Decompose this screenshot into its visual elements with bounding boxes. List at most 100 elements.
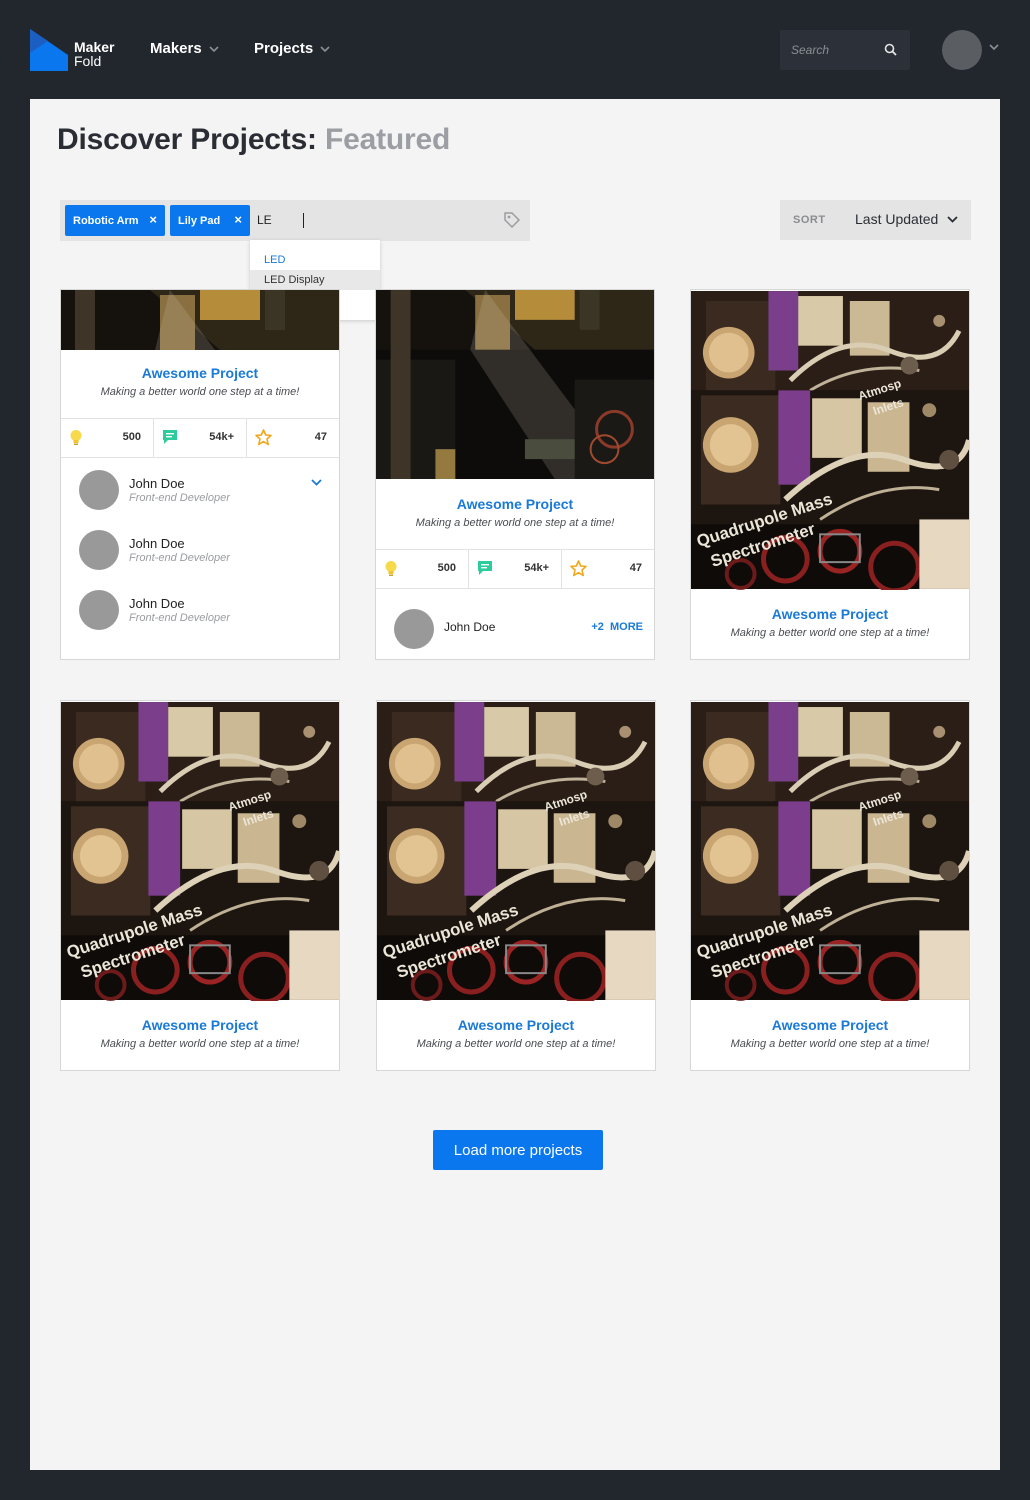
comment-icon bbox=[163, 430, 177, 444]
project-image[interactable]: Quadrupole Mass Spectrometer Atmosp Inle… bbox=[61, 701, 339, 1001]
load-more-button[interactable]: Load more projects bbox=[433, 1130, 603, 1170]
stat-comments-value: 54k+ bbox=[209, 431, 234, 443]
comment-icon bbox=[478, 561, 492, 575]
star-icon bbox=[255, 429, 272, 446]
project-stats: 500 54k+ 47 bbox=[376, 549, 654, 589]
project-card[interactable]: Awesome Project Making a better world on… bbox=[60, 289, 340, 660]
project-stats: 500 54k+ 47 bbox=[61, 418, 339, 458]
stat-ideas-value: 500 bbox=[122, 431, 141, 443]
sort-label: SORT bbox=[793, 214, 826, 226]
project-card[interactable]: Quadrupole Mass Spectrometer Atmosp Inle… bbox=[690, 289, 970, 660]
suggestion-item[interactable]: LED bbox=[250, 250, 380, 270]
tag-label: Lily Pad bbox=[178, 214, 221, 227]
lightbulb-icon bbox=[70, 430, 82, 445]
text-caret bbox=[303, 213, 304, 228]
stat-ideas[interactable]: 500 bbox=[61, 419, 154, 457]
sort-dropdown[interactable]: SORT Last Updated bbox=[780, 200, 971, 240]
project-photo: Quadrupole Mass Spectrometer Atmosp Inle… bbox=[691, 290, 969, 590]
project-title[interactable]: Awesome Project bbox=[61, 365, 339, 381]
project-image[interactable]: Quadrupole Mass Spectrometer Atmosp Inle… bbox=[691, 290, 969, 590]
avatar bbox=[79, 590, 119, 630]
search-icon[interactable] bbox=[884, 43, 897, 56]
member-name: John Doe bbox=[129, 476, 185, 491]
chevron-down-icon bbox=[320, 46, 330, 52]
chevron-down-icon bbox=[209, 46, 219, 52]
logo-text: Maker Fold bbox=[74, 40, 114, 68]
tag-robotic-arm[interactable]: Robotic Arm × bbox=[65, 205, 165, 236]
project-photo bbox=[376, 290, 654, 479]
project-title[interactable]: Awesome Project bbox=[377, 1017, 655, 1033]
chevron-down-icon[interactable] bbox=[311, 479, 322, 486]
project-photo: Quadrupole Mass Spectrometer Atmosp Inle… bbox=[61, 701, 339, 1001]
brand-logo[interactable]: Maker Fold bbox=[30, 29, 114, 71]
logo-word-fold: Fold bbox=[74, 53, 102, 69]
stat-stars-value: 47 bbox=[629, 562, 642, 574]
member-name: John Doe bbox=[129, 596, 185, 611]
logo-word-maker: Maker bbox=[74, 39, 115, 55]
team-member[interactable]: John Doe Front-end Developer bbox=[61, 460, 339, 520]
tag-filter[interactable]: Robotic Arm × Lily Pad × bbox=[60, 200, 530, 241]
avatar bbox=[79, 470, 119, 510]
stat-comments[interactable]: 54k+ bbox=[469, 550, 562, 588]
project-description: Making a better world one step at a time… bbox=[100, 386, 300, 398]
search-input[interactable] bbox=[780, 30, 880, 70]
stat-ideas[interactable]: 500 bbox=[376, 550, 469, 588]
stat-stars[interactable]: 47 bbox=[247, 419, 339, 457]
project-photo: Quadrupole Mass Spectrometer Atmosp Inle… bbox=[691, 701, 969, 1001]
main-panel: Discover Projects: Featured Robotic Arm … bbox=[30, 99, 1000, 1470]
more-members-link[interactable]: +2 MORE bbox=[591, 621, 643, 633]
project-image[interactable] bbox=[61, 290, 339, 350]
project-photo: Quadrupole Mass Spectrometer Atmosp Inle… bbox=[377, 701, 655, 1001]
stat-stars[interactable]: 47 bbox=[562, 550, 654, 588]
user-avatar[interactable] bbox=[942, 30, 982, 70]
project-description: Making a better world one step at a time… bbox=[730, 627, 930, 639]
member-name: John Doe bbox=[129, 536, 185, 551]
stat-ideas-value: 500 bbox=[437, 562, 456, 574]
project-card[interactable]: Awesome Project Making a better world on… bbox=[375, 289, 655, 660]
project-card[interactable]: Quadrupole Mass Spectrometer Atmosp Inle… bbox=[690, 700, 970, 1071]
stat-comments-value: 54k+ bbox=[524, 562, 549, 574]
project-description: Making a better world one step at a time… bbox=[415, 517, 615, 529]
tag-lily-pad[interactable]: Lily Pad × bbox=[170, 205, 250, 236]
nav-makers[interactable]: Makers bbox=[150, 40, 219, 57]
nav-makers-label: Makers bbox=[150, 40, 202, 57]
stat-comments[interactable]: 54k+ bbox=[154, 419, 247, 457]
more-label: MORE bbox=[610, 621, 643, 633]
top-navigation: Maker Fold Makers Projects bbox=[0, 0, 1030, 99]
avatar bbox=[79, 530, 119, 570]
nav-projects-label: Projects bbox=[254, 40, 314, 57]
tag-icon[interactable] bbox=[503, 211, 521, 229]
page-title-main: Discover Projects: bbox=[57, 123, 317, 156]
close-icon[interactable]: × bbox=[234, 213, 242, 226]
team-member[interactable]: John Doe Front-end Developer bbox=[61, 520, 339, 580]
project-image[interactable]: Quadrupole Mass Spectrometer Atmosp Inle… bbox=[691, 701, 969, 1001]
avatar bbox=[394, 609, 434, 649]
project-owner[interactable]: John Doe +2 MORE bbox=[376, 599, 654, 659]
project-title[interactable]: Awesome Project bbox=[691, 1017, 969, 1033]
lightbulb-icon bbox=[385, 561, 397, 576]
nav-projects[interactable]: Projects bbox=[254, 40, 330, 57]
suggestion-item-active[interactable]: LED Display bbox=[250, 270, 380, 290]
project-image[interactable] bbox=[376, 290, 654, 479]
project-description: Making a better world one step at a time… bbox=[730, 1038, 930, 1050]
close-icon[interactable]: × bbox=[149, 213, 157, 226]
team-member[interactable]: John Doe Front-end Developer bbox=[61, 580, 339, 640]
project-image[interactable]: Quadrupole Mass Spectrometer Atmosp Inle… bbox=[377, 701, 655, 1001]
star-icon bbox=[570, 560, 587, 577]
search-box bbox=[780, 30, 910, 70]
project-title[interactable]: Awesome Project bbox=[691, 606, 969, 622]
project-description: Making a better world one step at a time… bbox=[100, 1038, 300, 1050]
page-title-sub: Featured bbox=[325, 123, 451, 156]
project-title[interactable]: Awesome Project bbox=[376, 496, 654, 512]
logo-icon bbox=[30, 29, 68, 71]
project-description: Making a better world one step at a time… bbox=[416, 1038, 616, 1050]
tag-search-input[interactable] bbox=[257, 209, 317, 231]
chevron-down-icon[interactable] bbox=[989, 44, 999, 50]
project-card[interactable]: Quadrupole Mass Spectrometer Atmosp Inle… bbox=[60, 700, 340, 1071]
stat-stars-value: 47 bbox=[314, 431, 327, 443]
member-role: Front-end Developer bbox=[129, 492, 230, 504]
tag-label: Robotic Arm bbox=[73, 214, 139, 227]
project-card[interactable]: Quadrupole Mass Spectrometer Atmosp Inle… bbox=[376, 700, 656, 1071]
owner-name: John Doe bbox=[444, 620, 496, 634]
project-title[interactable]: Awesome Project bbox=[61, 1017, 339, 1033]
